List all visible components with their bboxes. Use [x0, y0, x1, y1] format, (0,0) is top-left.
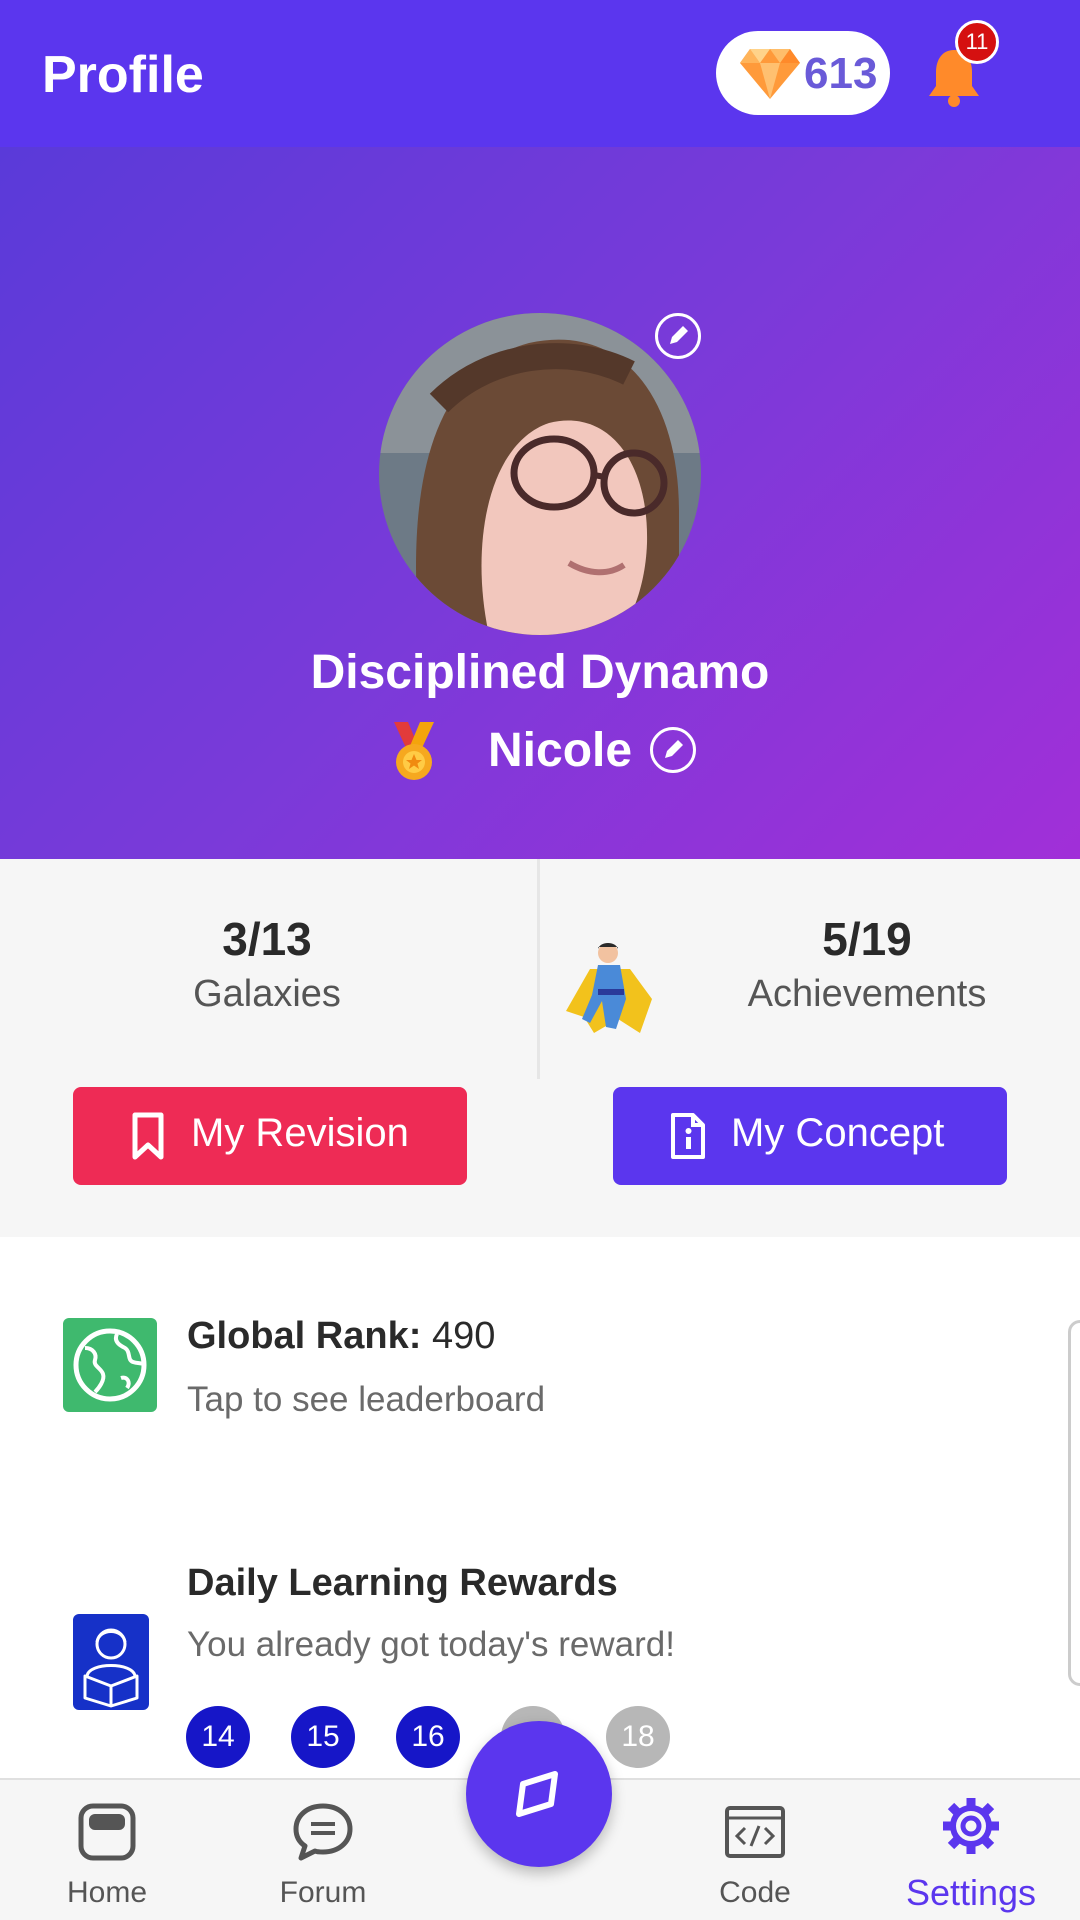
compass-icon	[516, 1771, 558, 1817]
profile-hero: Disciplined Dynamo Nicole	[0, 147, 1080, 859]
reward-day: 15	[291, 1706, 355, 1768]
nav-settings-label: Settings	[905, 1872, 1037, 1913]
code-window-icon	[725, 1806, 785, 1858]
global-rank-row[interactable]: Global Rank: 490	[187, 1315, 495, 1358]
galaxies-label: Galaxies	[193, 973, 341, 1015]
superhero-icon	[566, 943, 652, 1033]
document-icon	[671, 1113, 705, 1159]
reward-day: 18	[606, 1706, 670, 1768]
gems-count: 613	[804, 49, 878, 98]
reader-icon-tile	[73, 1614, 149, 1710]
my-revision-label: My Revision	[191, 1111, 409, 1155]
daily-rewards-subtitle: You already got today's reward!	[187, 1625, 675, 1664]
global-rank-label: Global Rank:	[187, 1315, 422, 1357]
gems-counter[interactable]: 613	[716, 31, 890, 115]
my-concept-label: My Concept	[731, 1111, 945, 1155]
nav-forum[interactable]: Forum	[243, 1780, 403, 1920]
medal-icon	[394, 722, 434, 780]
home-icon	[78, 1803, 136, 1861]
galaxies-value: 3/13	[222, 913, 312, 965]
explore-fab-button[interactable]	[466, 1721, 612, 1867]
diamond-icon	[740, 49, 800, 99]
leaderboard-link[interactable]: Tap to see leaderboard	[187, 1380, 545, 1420]
chat-bubble-icon	[293, 1803, 353, 1861]
username: Nicole	[488, 724, 633, 777]
bookmark-icon	[132, 1112, 164, 1160]
nav-home-label: Home	[66, 1876, 148, 1909]
nav-settings[interactable]: Settings	[891, 1780, 1051, 1920]
reading-person-icon	[83, 1628, 139, 1708]
globe-icon	[73, 1328, 147, 1402]
achievements-label: Achievements	[747, 973, 987, 1015]
gear-icon	[943, 1798, 999, 1854]
daily-rewards-title: Daily Learning Rewards	[187, 1562, 618, 1604]
nav-code[interactable]: Code	[675, 1780, 835, 1920]
my-concept-button[interactable]: My Concept	[613, 1087, 1007, 1185]
nav-home[interactable]: Home	[27, 1780, 187, 1920]
nav-forum-label: Forum	[279, 1876, 367, 1909]
edit-name-button[interactable]	[650, 727, 696, 773]
reward-day: 14	[186, 1706, 250, 1768]
avatar[interactable]	[379, 313, 701, 635]
pencil-icon	[670, 326, 688, 344]
achievements-value: 5/19	[822, 913, 912, 965]
pencil-icon	[665, 740, 683, 758]
my-revision-button[interactable]: My Revision	[73, 1087, 467, 1185]
page-title: Profile	[42, 46, 204, 104]
nav-code-label: Code	[719, 1876, 791, 1909]
avatar-photo	[379, 313, 701, 635]
globe-icon-tile	[63, 1318, 157, 1412]
reward-day: 16	[396, 1706, 460, 1768]
notification-badge: 11	[955, 20, 999, 64]
top-app-bar: Profile 613 11	[0, 0, 1080, 147]
profile-screen: Profile 613 11 Disciplined Dynamo Nicole…	[0, 0, 1080, 1920]
side-panel-edge[interactable]	[1068, 1320, 1080, 1686]
stats-divider	[537, 859, 540, 1079]
global-rank-value: 490	[431, 1315, 496, 1357]
stats-panel: 3/13 Galaxies 5/19 Achievements My Revis…	[0, 859, 1080, 1237]
edit-avatar-button[interactable]	[655, 313, 701, 359]
profile-rank-title: Disciplined Dynamo	[310, 646, 770, 699]
